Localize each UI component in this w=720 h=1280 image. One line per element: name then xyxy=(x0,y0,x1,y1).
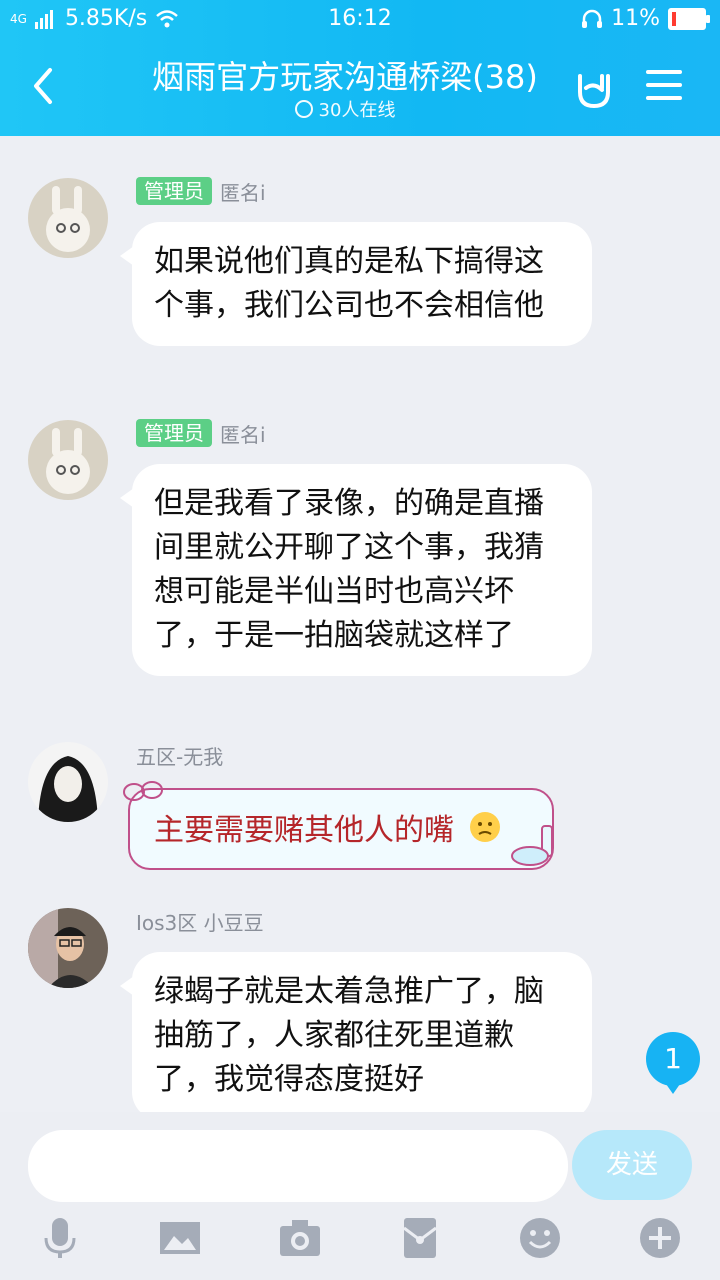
message-bubble[interactable]: 主要需要赌其他人的嘴 xyxy=(128,788,554,870)
message-list[interactable]: 管理员 匿名i 如果说他们真的是私下搞得这个事，我们公司也不会相信他 管理员 匿… xyxy=(0,136,720,1112)
sender-line: Ios3区 小豆豆 xyxy=(136,906,264,936)
group-title: 烟雨官方玩家沟通桥梁(38) xyxy=(152,58,538,96)
sender-line: 管理员 匿名i xyxy=(136,176,266,206)
status-bar: 4G 5.85K/s 16:12 11% xyxy=(0,0,720,38)
image-icon[interactable] xyxy=(158,1216,202,1260)
avatar[interactable] xyxy=(28,178,108,258)
camera-icon[interactable] xyxy=(278,1216,322,1260)
admin-badge: 管理员 xyxy=(136,419,212,447)
sender-name[interactable]: 匿名i xyxy=(220,419,266,448)
mic-icon[interactable] xyxy=(38,1216,82,1260)
online-count: 30人在线 xyxy=(120,96,570,122)
message-bubble[interactable]: 但是我看了录像，的确是直播间里就公开聊了这个事，我猜想可能是半仙当时也高兴坏了，… xyxy=(120,464,592,676)
sender-name[interactable]: 匿名i xyxy=(220,177,266,206)
sender-line: 五区-无我 xyxy=(136,740,223,770)
menu-icon[interactable] xyxy=(646,70,682,100)
plus-icon[interactable] xyxy=(638,1216,682,1260)
redpacket-icon[interactable] xyxy=(398,1216,442,1260)
online-icon xyxy=(294,100,313,118)
sender-name[interactable]: Ios3区 小豆豆 xyxy=(136,907,264,936)
admin-badge: 管理员 xyxy=(136,177,212,205)
message-bubble[interactable]: 绿蝎子就是太着急推广了，脑抽筋了，人家都往死里道歉了，我觉得态度挺好 xyxy=(120,952,592,1112)
input-bar: 发送 xyxy=(0,1112,720,1280)
message-text: 主要需要赌其他人的嘴 xyxy=(154,813,454,848)
message-bubble[interactable]: 如果说他们真的是私下搞得这个事，我们公司也不会相信他 xyxy=(120,222,592,346)
headset-icon xyxy=(582,9,603,28)
app-header: 4G 5.85K/s 16:12 11% 烟雨官方玩家沟通桥梁(38) 30人在… xyxy=(0,0,720,136)
unread-badge[interactable]: 1 xyxy=(646,1032,700,1094)
avatar[interactable] xyxy=(28,742,108,822)
avatar[interactable] xyxy=(28,908,108,988)
battery-percent: 11% xyxy=(611,6,660,31)
emoji-icon xyxy=(469,812,500,842)
emoji-icon[interactable] xyxy=(518,1216,562,1260)
bath-decoration-icon xyxy=(511,825,553,866)
rock-hand-icon[interactable] xyxy=(572,66,616,110)
battery-icon xyxy=(668,7,710,30)
title-bar: 烟雨官方玩家沟通桥梁(38) 30人在线 xyxy=(0,38,720,136)
goggles-decoration-icon xyxy=(123,781,163,801)
send-button[interactable]: 发送 xyxy=(572,1130,692,1200)
message-input[interactable] xyxy=(28,1130,568,1202)
sender-line: 管理员 匿名i xyxy=(136,418,266,448)
avatar[interactable] xyxy=(28,420,108,500)
sender-name[interactable]: 五区-无我 xyxy=(136,741,223,770)
back-icon[interactable] xyxy=(24,66,64,106)
